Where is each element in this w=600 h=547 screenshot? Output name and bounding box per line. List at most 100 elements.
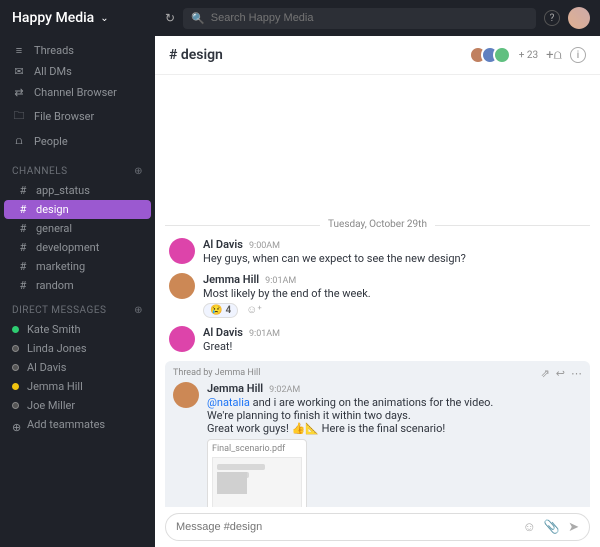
timestamp: 9:02AM xyxy=(269,385,300,395)
message[interactable]: Jemma Hill9:01AM Most likely by the end … xyxy=(155,269,600,322)
dm-name: Jemma Hill xyxy=(27,380,83,393)
dm-item[interactable]: Linda Jones xyxy=(0,339,155,358)
nav-label: File Browser xyxy=(34,110,94,123)
add-teammates[interactable]: ⊕ Add teammates xyxy=(0,415,155,434)
timestamp: 9:01AM xyxy=(265,276,296,286)
emoji-icon[interactable]: ☺ xyxy=(523,519,536,535)
timestamp: 9:01AM xyxy=(249,329,280,339)
search-box[interactable]: 🔍 xyxy=(183,8,536,29)
reaction-count: 4 xyxy=(225,305,231,316)
attachment[interactable]: Final_scenario.pdf ⇩ ⤢ xyxy=(207,439,307,507)
status-dot xyxy=(12,326,19,333)
search-icon: 🔍 xyxy=(191,12,205,25)
nav-section: ≡ Threads ✉ All DMs ⇄ Channel Browser 🗀File… xyxy=(0,36,155,156)
nav-label: Channel Browser xyxy=(34,86,117,99)
nav-threads[interactable]: ≡ Threads xyxy=(0,40,155,61)
channel-item[interactable]: #development xyxy=(4,238,151,257)
add-member-icon[interactable]: +⩍ xyxy=(546,48,562,63)
message-text: Most likely by the end of the week. xyxy=(203,287,586,300)
nav-people[interactable]: ⩍People xyxy=(0,130,155,152)
attachment-thumbnail xyxy=(212,457,302,507)
add-dm-button[interactable]: ⊕ xyxy=(134,305,143,316)
nav-label: All DMs xyxy=(34,65,72,78)
channel-name: general xyxy=(36,222,72,235)
status-dot xyxy=(12,345,19,352)
message-text: Great! xyxy=(203,340,586,353)
member-avatars[interactable] xyxy=(475,46,511,64)
sidebar: Happy Media ⌄ ≡ Threads ✉ All DMs ⇄ Channel… xyxy=(0,0,155,547)
hash-icon: # xyxy=(16,222,30,235)
channels-icon: ⇄ xyxy=(12,86,26,99)
add-teammates-label: Add teammates xyxy=(27,418,105,431)
plus-icon: ⊕ xyxy=(12,421,19,428)
topbar: ↻ 🔍 ? xyxy=(155,0,600,36)
dm-name: Al Davis xyxy=(27,361,66,374)
hash-icon: # xyxy=(16,279,30,292)
channel-item[interactable]: #marketing xyxy=(4,257,151,276)
workspace-name: Happy Media xyxy=(12,10,94,26)
author: Al Davis xyxy=(203,326,243,339)
threads-icon: ≡ xyxy=(12,44,26,57)
channel-item[interactable]: # design xyxy=(4,200,151,219)
mention[interactable]: @natalia xyxy=(207,396,250,409)
reply-icon[interactable]: ↩ xyxy=(556,367,565,380)
dms-label: DIRECT MESSAGES xyxy=(12,305,106,316)
channel-name: marketing xyxy=(36,260,85,273)
timestamp: 9:00AM xyxy=(249,241,280,251)
main: ↻ 🔍 ? # design + 23 +⩍ i Tuesday, Octobe… xyxy=(155,0,600,547)
thread-message[interactable]: Thread by Jemma Hill ⇗ ↩ ⋯ Jemma Hill9:0… xyxy=(165,361,590,507)
envelope-icon: ✉ xyxy=(12,65,26,78)
channel-item[interactable]: # general xyxy=(4,219,151,238)
status-dot xyxy=(12,383,19,390)
hash-icon: # xyxy=(16,203,30,216)
message[interactable]: Al Davis9:00AM Hey guys, when can we exp… xyxy=(155,234,600,269)
channel-name: design xyxy=(36,203,69,216)
dm-name: Joe Miller xyxy=(27,399,75,412)
dm-item[interactable]: Al Davis xyxy=(0,358,155,377)
message[interactable]: Al Davis 9:01AM Great! xyxy=(155,322,600,357)
send-icon[interactable]: ➤ xyxy=(568,520,579,535)
dm-item[interactable]: Jemma Hill xyxy=(0,377,155,396)
dm-item[interactable]: Kate Smith xyxy=(0,320,155,339)
reaction[interactable]: 😢4 xyxy=(203,303,238,318)
channels-list: #app_status#design#general#development#m… xyxy=(0,181,155,295)
message-text: Hey guys, when can we expect to see the … xyxy=(203,252,586,265)
add-channel-button[interactable]: ⊕ xyxy=(134,166,143,177)
workspace-switcher[interactable]: Happy Media ⌄ xyxy=(0,0,155,36)
attach-icon[interactable]: 📎 xyxy=(544,520,560,535)
nav-label: Threads xyxy=(34,44,74,57)
user-avatar[interactable] xyxy=(568,7,590,29)
avatar xyxy=(169,326,195,352)
channel-item[interactable]: #app_status xyxy=(4,181,151,200)
dms-header: DIRECT MESSAGES ⊕ xyxy=(0,295,155,320)
channel-title: # design xyxy=(169,47,223,63)
avatar xyxy=(173,382,199,408)
nav-label: People xyxy=(34,135,68,148)
nav-file-browser[interactable]: 🗀File Browser xyxy=(0,103,155,130)
hash-icon: # xyxy=(16,184,30,197)
add-reaction-icon[interactable]: ☺⁺ xyxy=(242,303,266,318)
messages: Tuesday, October 29th Al Davis9:00AM Hey… xyxy=(155,75,600,507)
nav-channel-browser[interactable]: ⇄ Channel Browser xyxy=(0,82,155,103)
channels-label: CHANNELS xyxy=(12,166,68,177)
dm-name: Kate Smith xyxy=(27,323,81,336)
search-input[interactable] xyxy=(211,12,528,24)
dms-list: Kate Smith Linda Jones Al Davis Jemma Hill J… xyxy=(0,320,155,415)
info-icon[interactable]: i xyxy=(570,47,586,63)
channel-item[interactable]: #random xyxy=(4,276,151,295)
message-text: @natalia and i are working on the animat… xyxy=(207,396,582,435)
attachment-filename: Final_scenario.pdf xyxy=(212,444,302,454)
avatar xyxy=(169,238,195,264)
chevron-down-icon: ⌄ xyxy=(100,13,108,24)
nav-all-dms[interactable]: ✉ All DMs xyxy=(0,61,155,82)
channels-header: CHANNELS ⊕ xyxy=(0,156,155,181)
more-icon[interactable]: ⋯ xyxy=(571,367,582,380)
open-thread-icon[interactable]: ⇗ xyxy=(541,367,550,380)
dm-item[interactable]: Joe Miller xyxy=(0,396,155,415)
member-count: + 23 xyxy=(519,50,538,61)
channel-name: development xyxy=(36,241,99,254)
help-icon[interactable]: ? xyxy=(544,10,560,26)
history-icon[interactable]: ↻ xyxy=(165,11,175,25)
composer-input[interactable] xyxy=(176,521,515,533)
message-composer[interactable]: ☺ 📎 ➤ xyxy=(165,513,590,541)
